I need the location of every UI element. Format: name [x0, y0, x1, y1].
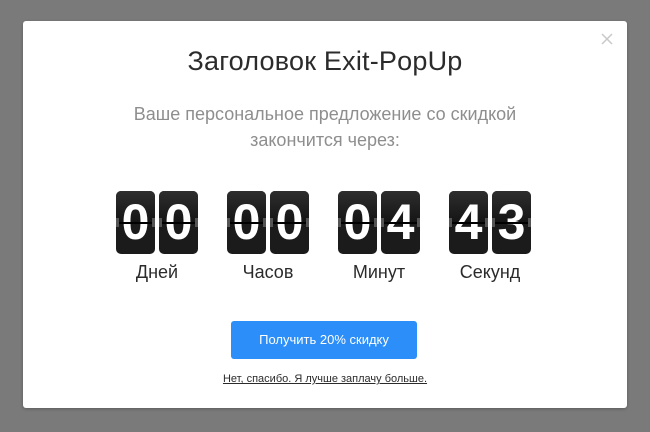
subtitle-line-1: Ваше персональное предложение со скидкой — [133, 104, 517, 124]
subtitle-line-2: закончится через: — [250, 130, 400, 150]
timer-label-days: Дней — [135, 262, 179, 282]
timer-label-minutes: Минут — [352, 262, 406, 282]
timer-unit-days: 0 0 Дней — [112, 191, 202, 283]
timer-unit-hours: 0 0 Часов — [223, 191, 313, 283]
timer-digit: 4 — [381, 191, 420, 254]
popup-subtitle: Ваше персональное предложение со скидкой… — [83, 101, 567, 153]
get-discount-button[interactable]: Получить 20% скидку — [231, 321, 417, 359]
decline-link[interactable]: Нет, спасибо. Я лучше заплачу больше. — [23, 373, 627, 385]
close-icon[interactable] — [599, 31, 615, 47]
countdown-timer: 0 0 Дней 0 0 Часов 0 4 Минут 4 3 Секунд — [23, 191, 627, 291]
timer-unit-seconds: 4 3 Секунд — [445, 191, 535, 283]
timer-digit: 0 — [116, 191, 155, 254]
timer-label-seconds: Секунд — [459, 262, 521, 282]
timer-digit: 0 — [338, 191, 377, 254]
timer-digit: 0 — [159, 191, 198, 254]
timer-digit: 3 — [492, 191, 531, 254]
timer-digits: 0 0 — [112, 191, 202, 254]
timer-digit: 0 — [227, 191, 266, 254]
popup-title: Заголовок Exit-PopUp — [187, 46, 463, 76]
timer-digits: 0 0 — [223, 191, 313, 254]
exit-popup: Заголовок Exit-PopUp Ваше персональное п… — [23, 21, 627, 408]
timer-digit: 0 — [270, 191, 309, 254]
timer-unit-minutes: 0 4 Минут — [334, 191, 424, 283]
timer-label-hours: Часов — [242, 262, 294, 282]
timer-digits: 0 4 — [334, 191, 424, 254]
timer-digit: 4 — [449, 191, 488, 254]
timer-digits: 4 3 — [445, 191, 535, 254]
